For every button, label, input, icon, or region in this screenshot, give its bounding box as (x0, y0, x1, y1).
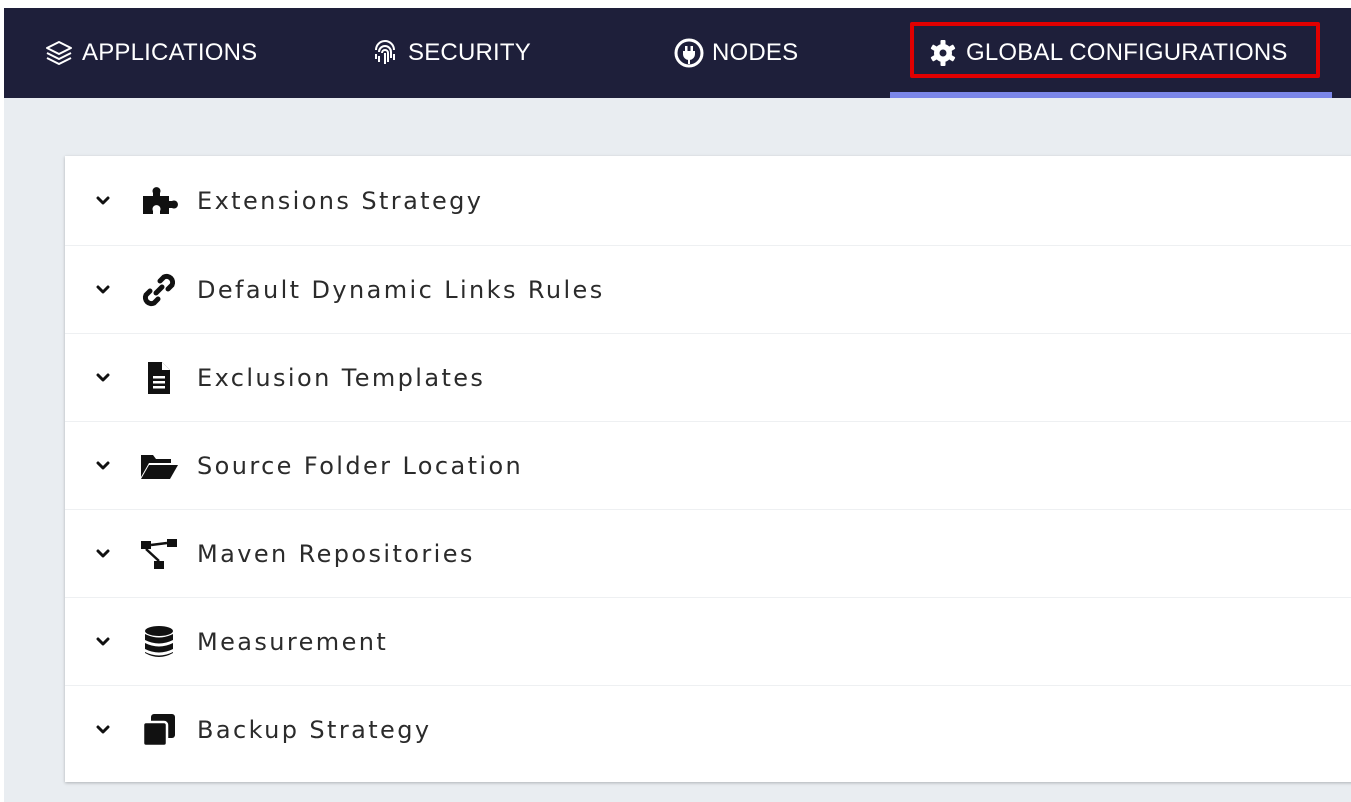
puzzle-icon (137, 179, 181, 223)
app-frame: APPLICATIONS SECURITY NODES GLOBAL CONFI… (4, 8, 1351, 802)
section-default-dynamic-links-rules[interactable]: Default Dynamic Links Rules (65, 246, 1351, 334)
chevron-down-icon[interactable] (93, 368, 113, 388)
tab-label: NODES (712, 39, 799, 66)
copy-icon (137, 708, 181, 752)
tab-label: SECURITY (408, 39, 531, 66)
tab-global-configurations[interactable]: GLOBAL CONFIGURATIONS (926, 8, 1288, 98)
section-label: Maven Repositories (197, 539, 475, 568)
section-measurement[interactable]: Measurement (65, 598, 1351, 686)
section-maven-repositories[interactable]: Maven Repositories (65, 510, 1351, 598)
configuration-panel: Extensions Strategy Default Dynamic Link… (65, 156, 1351, 782)
chevron-down-icon[interactable] (93, 720, 113, 740)
chevron-down-icon[interactable] (93, 632, 113, 652)
section-exclusion-templates[interactable]: Exclusion Templates (65, 334, 1351, 422)
section-source-folder-location[interactable]: Source Folder Location (65, 422, 1351, 510)
database-icon (137, 620, 181, 664)
chevron-down-icon[interactable] (93, 456, 113, 476)
section-label: Measurement (197, 627, 389, 656)
section-label: Extensions Strategy (197, 186, 484, 215)
tab-applications[interactable]: APPLICATIONS (42, 8, 257, 98)
layers-icon (42, 36, 76, 70)
tab-security[interactable]: SECURITY (368, 8, 531, 98)
tab-nodes[interactable]: NODES (672, 8, 798, 98)
link-icon (137, 268, 181, 312)
chevron-down-icon[interactable] (93, 544, 113, 564)
chevron-down-icon[interactable] (93, 191, 113, 211)
top-navigation: APPLICATIONS SECURITY NODES GLOBAL CONFI… (4, 8, 1351, 98)
folder-open-icon (137, 444, 181, 488)
section-label: Default Dynamic Links Rules (197, 275, 605, 304)
file-icon (137, 356, 181, 400)
section-label: Source Folder Location (197, 451, 524, 480)
chevron-down-icon[interactable] (93, 280, 113, 300)
section-backup-strategy[interactable]: Backup Strategy (65, 686, 1351, 774)
section-label: Backup Strategy (197, 716, 432, 744)
sitemap-icon (137, 532, 181, 576)
gear-icon (926, 36, 960, 70)
plug-icon (672, 36, 706, 70)
active-tab-indicator (890, 92, 1332, 98)
tab-label: GLOBAL CONFIGURATIONS (966, 39, 1288, 66)
section-label: Exclusion Templates (197, 363, 486, 392)
tab-label: APPLICATIONS (82, 39, 258, 66)
section-extensions-strategy[interactable]: Extensions Strategy (65, 156, 1351, 246)
fingerprint-icon (368, 36, 402, 70)
